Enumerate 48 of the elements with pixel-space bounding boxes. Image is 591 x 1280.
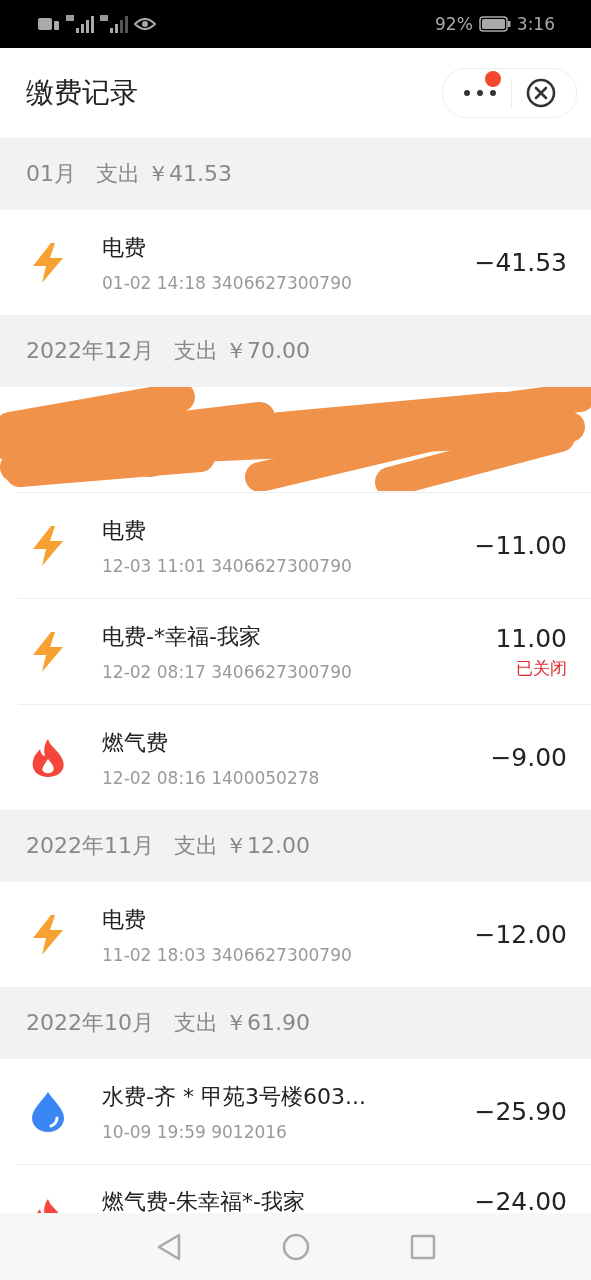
battery-percent: 92% [435, 14, 473, 34]
lightning-icon [31, 525, 65, 566]
bill-title: 电费 [102, 233, 147, 262]
signal-icon [100, 15, 128, 33]
hd-icon [38, 16, 60, 32]
month-total: 支出 ￥41.53 [96, 160, 232, 188]
eye-icon [134, 17, 156, 31]
bill-amount: 11.00 [495, 623, 567, 653]
bill-details: 12-03 11:01 3406627300790 [102, 555, 353, 576]
bill-title: 电费-*幸福-我家 [102, 622, 262, 651]
month-label: 01月 [26, 160, 76, 188]
month-total: 支出 ￥70.00 [174, 337, 310, 365]
bill-amount: −9.00 [490, 743, 567, 772]
month-label: 2022年10月 [26, 1009, 154, 1037]
lightning-icon [31, 914, 65, 955]
recents-button[interactable] [409, 1233, 436, 1260]
bill-details: 10-09 19:59 9012016 [102, 1121, 288, 1142]
month-label: 2022年11月 [26, 832, 154, 860]
page-title: 缴费记录 [26, 75, 138, 111]
month-total: 支出 ￥61.90 [174, 1009, 310, 1037]
bill-amount: −41.53 [474, 248, 567, 277]
bill-amount: −24.00 [474, 1187, 567, 1216]
close-icon [526, 78, 556, 108]
bill-details: 01-02 14:18 3406627300790 [102, 272, 353, 293]
water-drop-icon [31, 1091, 65, 1132]
flame-icon [30, 738, 66, 777]
bill-title: 电费 [102, 516, 147, 545]
bill-amount: −12.00 [474, 920, 567, 949]
clock: 3:16 [516, 14, 555, 34]
bill-details: 12-02 08:16 1400050278 [102, 767, 321, 788]
bill-title: 电费 [102, 905, 147, 934]
bill-details: 11-02 18:03 3406627300790 [102, 944, 353, 965]
bill-details: 12-02 08:17 3406627300790 [102, 661, 353, 682]
bill-amount: −25.90 [474, 1097, 567, 1126]
home-button[interactable] [281, 1232, 310, 1261]
more-icon [463, 88, 497, 98]
bill-amount: −11.00 [474, 531, 567, 560]
bill-status: 已关闭 [516, 656, 567, 680]
signal-icon [66, 15, 94, 33]
bill-title: 燃气费-朱幸福*-我家 [102, 1188, 306, 1216]
month-total: 支出 ￥12.00 [174, 832, 310, 860]
bill-title: 水费-齐 * 甲苑3号楼603... [102, 1082, 367, 1111]
lightning-icon [31, 631, 65, 672]
bill-title: 燃气费 [102, 728, 169, 757]
month-label: 2022年12月 [26, 337, 154, 365]
back-button[interactable] [155, 1232, 182, 1261]
battery-icon [478, 16, 511, 32]
lightning-icon [31, 242, 65, 283]
